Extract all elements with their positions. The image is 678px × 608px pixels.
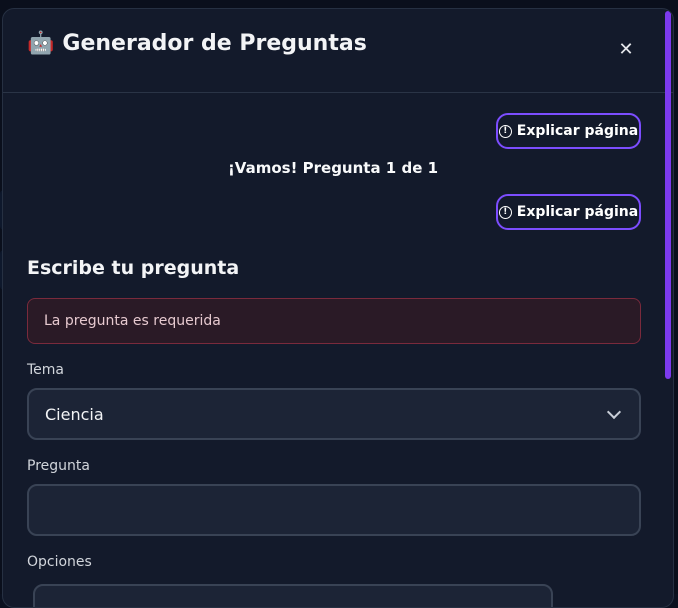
modal-title: 🤖 Generador de Preguntas [27, 31, 367, 56]
progress-text: ¡Vamos! Pregunta 1 de 1 [3, 159, 663, 177]
close-icon[interactable]: ✕ [617, 41, 635, 59]
option-input[interactable] [33, 584, 553, 608]
question-label: Pregunta [27, 458, 90, 474]
section-title: Escribe tu pregunta [27, 257, 239, 279]
info-icon: ! [499, 206, 512, 219]
explain-page-button[interactable]: ! Explicar página [496, 113, 641, 149]
topic-label: Tema [27, 362, 64, 378]
error-message-text: La pregunta es requerida [44, 313, 221, 329]
modal-title-text: Generador de Preguntas [62, 31, 366, 56]
question-generator-modal: 🤖 Generador de Preguntas ✕ ! Explicar pá… [2, 8, 674, 608]
modal-header: 🤖 Generador de Preguntas ✕ [3, 9, 673, 93]
explain-page-button-secondary[interactable]: ! Explicar página [496, 194, 641, 230]
info-icon: ! [499, 125, 512, 138]
explain-page-label: Explicar página [517, 123, 638, 139]
chevron-down-icon [607, 404, 621, 418]
question-input[interactable] [27, 484, 641, 536]
topic-select[interactable]: Ciencia [27, 388, 641, 440]
explain-page-label: Explicar página [517, 204, 638, 220]
error-message: La pregunta es requerida [27, 298, 641, 344]
topic-select-value: Ciencia [45, 405, 104, 424]
options-label: Opciones [27, 554, 92, 570]
robot-icon: 🤖 [27, 33, 54, 55]
scrollbar-thumb[interactable] [665, 11, 671, 379]
